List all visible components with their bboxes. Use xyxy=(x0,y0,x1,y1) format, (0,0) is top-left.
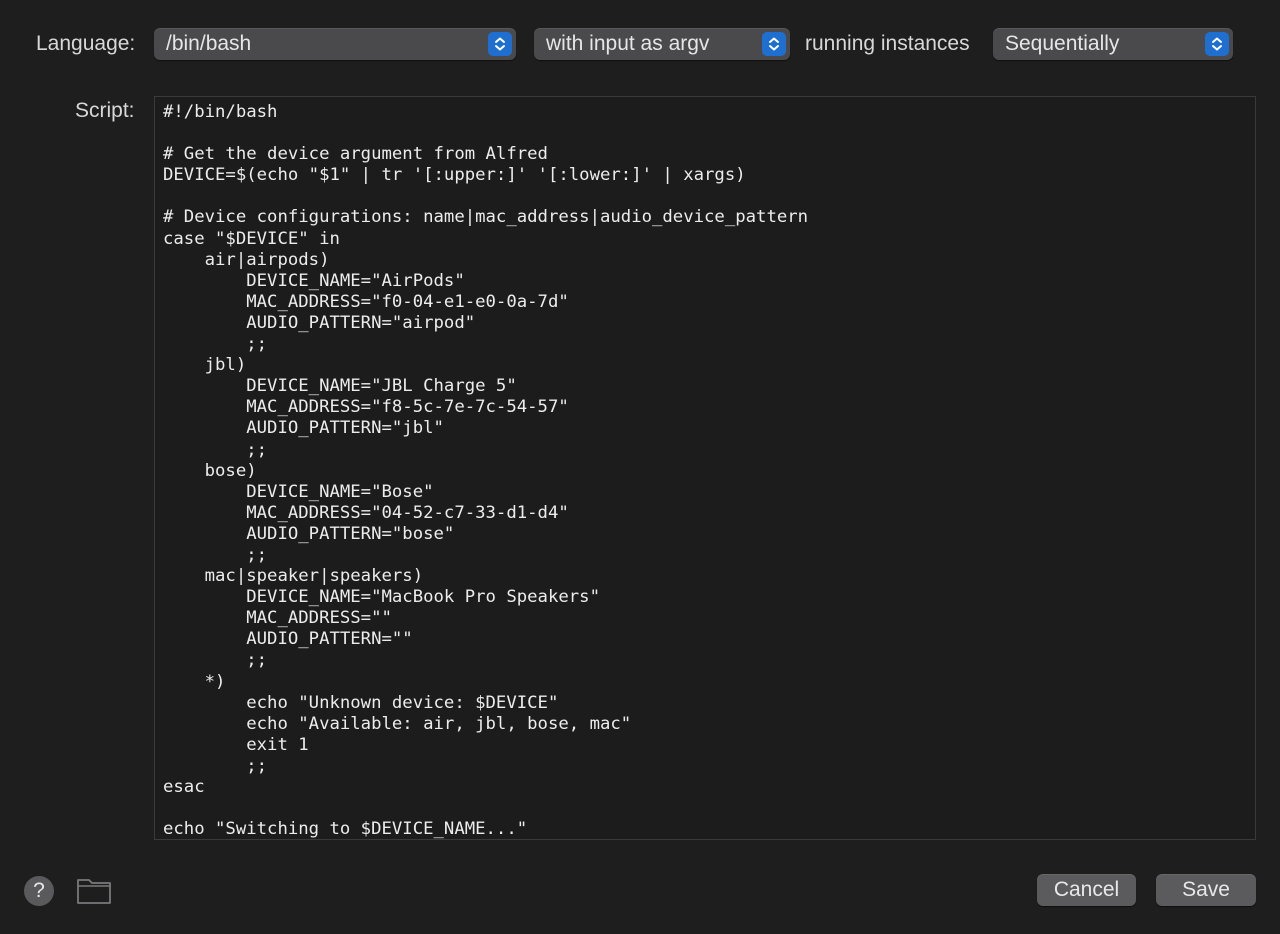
folder-button[interactable] xyxy=(76,875,112,905)
code-line: air|airpods) xyxy=(163,249,330,270)
code-line: DEVICE_NAME="Bose" xyxy=(163,481,434,502)
running-instances-popup-value: Sequentially xyxy=(1005,32,1120,55)
code-line: # Device configurations: name|mac_addres… xyxy=(163,207,809,228)
running-instances-label: running instances xyxy=(805,32,970,55)
code-line: MAC_ADDRESS="f0-04-e1-e0-0a-7d" xyxy=(163,291,569,312)
code-line: MAC_ADDRESS="f8-5c-7e-7c-54-57" xyxy=(163,397,569,418)
code-line: ​ xyxy=(163,798,1255,819)
code-line: DEVICE_NAME="MacBook Pro Speakers" xyxy=(163,587,600,608)
code-line: AUDIO_PATTERN="bose" xyxy=(163,523,455,544)
question-mark-icon: ? xyxy=(33,879,45,902)
script-editor[interactable]: #!/bin/bash​# Get the device argument fr… xyxy=(154,96,1256,840)
script-code[interactable]: #!/bin/bash​# Get the device argument fr… xyxy=(155,97,1255,840)
running-instances-popup[interactable]: Sequentially xyxy=(993,28,1233,60)
code-line: AUDIO_PATTERN="airpod" xyxy=(163,312,476,333)
code-line: DEVICE=$(echo "$1" | tr '[:upper:]' '[:l… xyxy=(163,165,746,186)
save-button[interactable]: Save xyxy=(1156,874,1256,906)
code-line: mac|speaker|speakers) xyxy=(163,566,424,587)
folder-icon xyxy=(77,879,111,904)
input-mode-popup[interactable]: with input as argv xyxy=(534,28,790,60)
code-line: AUDIO_PATTERN="" xyxy=(163,629,413,650)
language-label: Language: xyxy=(36,32,136,55)
code-line: jbl) xyxy=(163,355,247,376)
code-line: DEVICE_NAME="AirPods" xyxy=(163,270,465,291)
code-line: ;; xyxy=(163,544,268,565)
code-line: exit 1 xyxy=(163,734,309,755)
language-popup-value: /bin/bash xyxy=(166,32,252,55)
code-line: ​ xyxy=(163,123,1255,144)
chevron-up-down-icon xyxy=(1205,32,1229,56)
cancel-button[interactable]: Cancel xyxy=(1037,874,1136,906)
code-line: echo "Unknown device: $DEVICE" xyxy=(163,692,559,713)
help-button[interactable]: ? xyxy=(24,876,54,906)
language-popup[interactable]: /bin/bash xyxy=(154,28,516,60)
code-line: ;; xyxy=(163,334,268,355)
code-line: esac xyxy=(163,777,205,797)
chevron-up-down-icon xyxy=(762,32,786,56)
code-line: ;; xyxy=(163,439,268,460)
script-label: Script: xyxy=(75,99,135,122)
code-line: # Get the device argument from Alfred xyxy=(163,144,548,165)
code-line: bose) xyxy=(163,460,257,481)
input-mode-popup-value: with input as argv xyxy=(546,32,710,55)
code-line: DEVICE_NAME="JBL Charge 5" xyxy=(163,376,517,397)
code-line: echo "Available: air, jbl, bose, mac" xyxy=(163,713,632,734)
chevron-up-down-icon xyxy=(488,32,512,56)
code-line: MAC_ADDRESS="04-52-c7-33-d1-d4" xyxy=(163,502,569,523)
code-line: ;; xyxy=(163,755,268,776)
code-line: AUDIO_PATTERN="jbl" xyxy=(163,418,444,439)
code-line: case "$DEVICE" in xyxy=(163,228,340,249)
code-line: #!/bin/bash xyxy=(163,102,278,122)
code-line: ​ xyxy=(163,186,1255,207)
code-line: MAC_ADDRESS="" xyxy=(163,608,392,629)
code-line: ;; xyxy=(163,650,268,671)
code-line: *) xyxy=(163,671,226,692)
code-line: echo "Switching to $DEVICE_NAME..." xyxy=(163,819,528,840)
script-config-row: Language: /bin/bash with input as argv r… xyxy=(0,28,1280,62)
